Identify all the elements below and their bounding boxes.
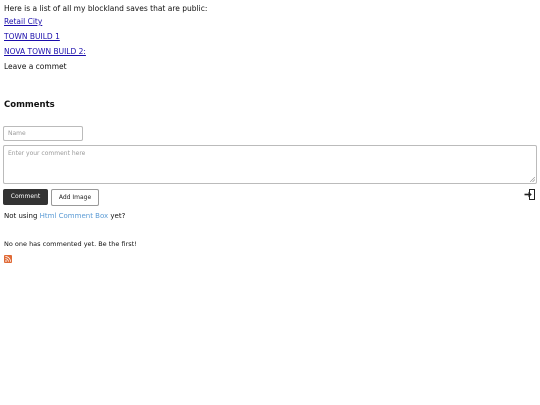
save-link-nova-town-build-2[interactable]: NOVA TOWN BUILD 2:: [4, 47, 86, 57]
add-image-button[interactable]: Add Image: [51, 189, 99, 206]
powered-by-line: Not using Html Comment Box yet?: [4, 211, 125, 221]
comments-heading: Comments: [4, 100, 55, 110]
comment-textarea[interactable]: Enter your comment here: [3, 145, 537, 184]
save-link-town-build-1[interactable]: TOWN BUILD 1: [4, 32, 60, 42]
html-comment-box-link[interactable]: Html Comment Box: [40, 212, 109, 220]
leave-comment-text: Leave a commet: [4, 62, 67, 71]
name-input[interactable]: Name: [3, 126, 83, 141]
comment-submit-button[interactable]: Comment: [3, 189, 48, 205]
intro-text: Here is a list of all my blockland saves…: [4, 4, 208, 13]
name-placeholder: Name: [8, 130, 26, 137]
save-link-retail-city[interactable]: Retail City: [4, 17, 42, 27]
rss-feed-icon[interactable]: [4, 255, 12, 263]
login-icon[interactable]: [524, 188, 536, 201]
resize-grip-icon[interactable]: [530, 177, 535, 182]
powered-prefix: Not using: [4, 212, 38, 220]
powered-suffix: yet?: [110, 212, 126, 220]
comment-placeholder: Enter your comment here: [8, 150, 86, 157]
no-comments-message: No one has commented yet. Be the first!: [4, 240, 137, 248]
